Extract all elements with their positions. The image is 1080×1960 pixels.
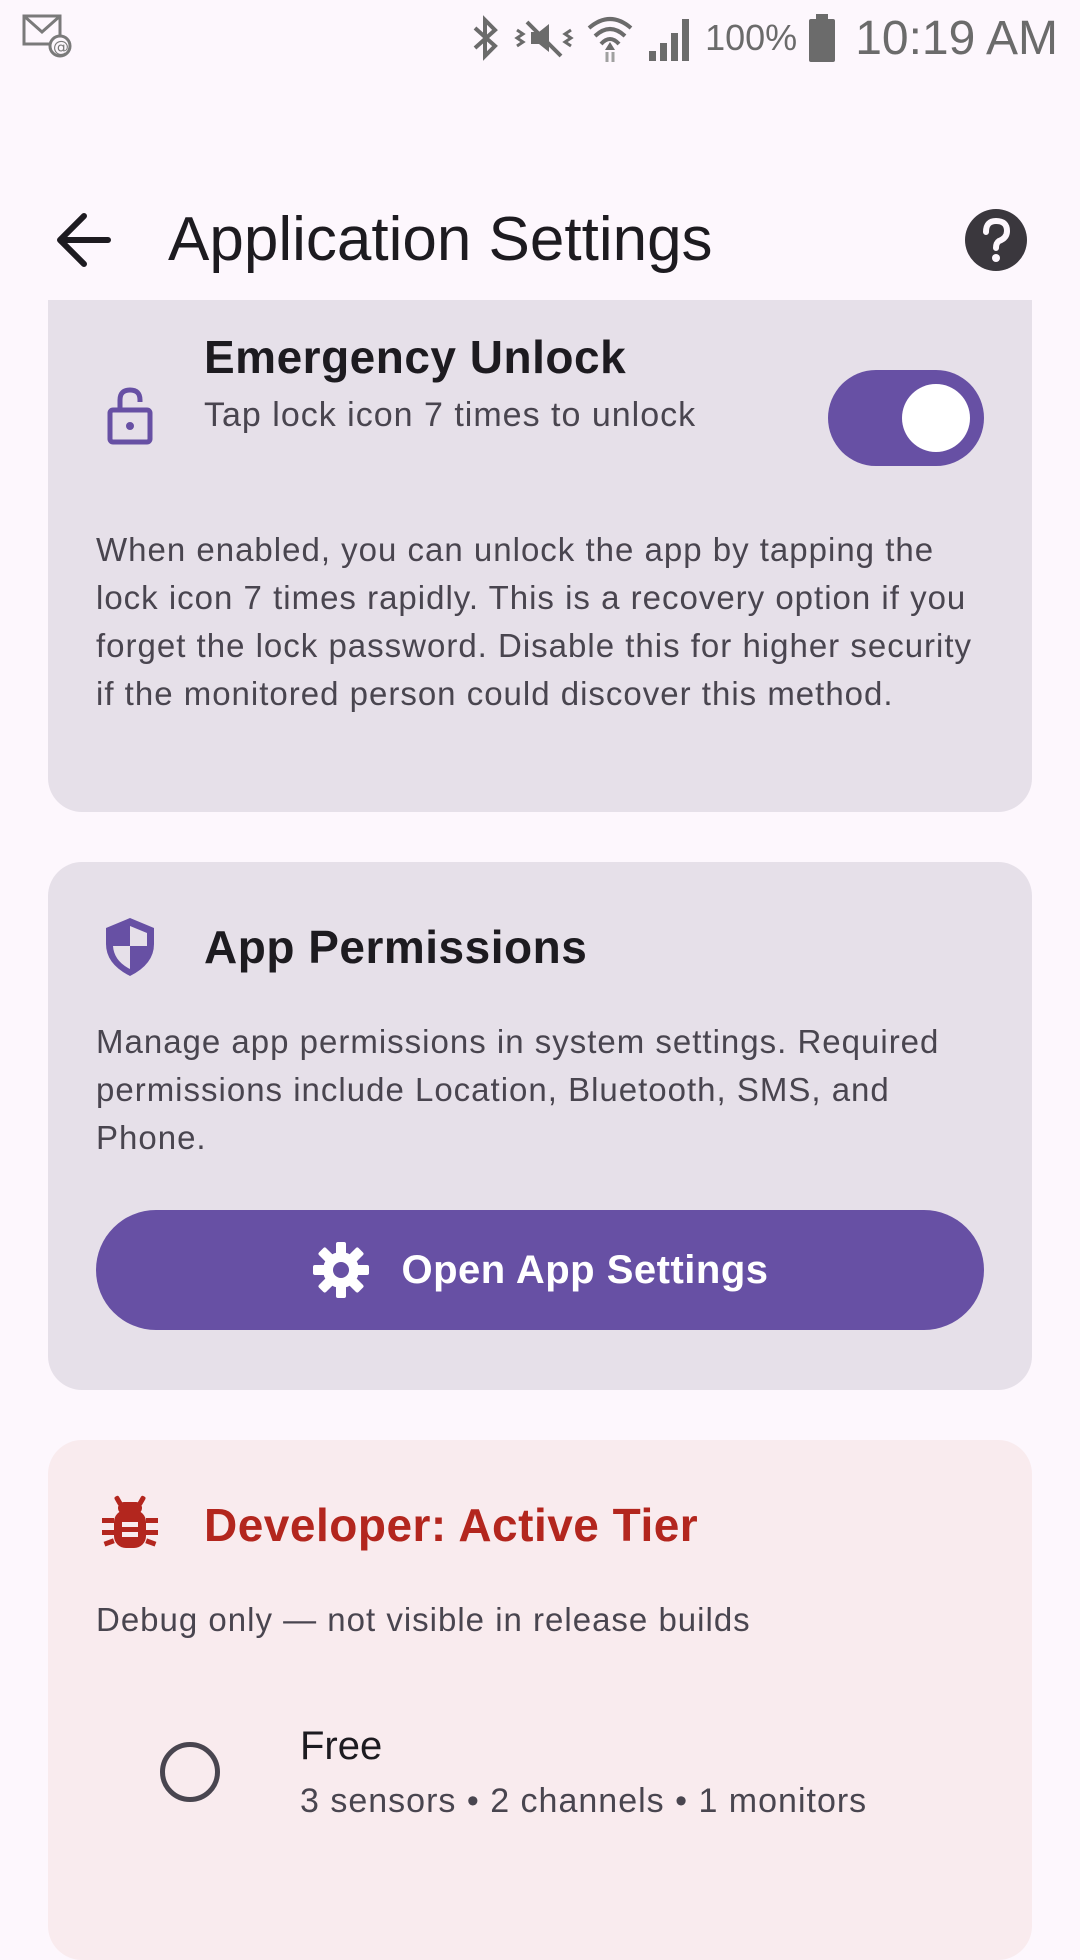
bluetooth-icon (473, 15, 499, 61)
radio-button[interactable] (160, 1742, 220, 1802)
svg-text:@: @ (53, 37, 69, 56)
bug-icon (102, 1495, 158, 1548)
gear-icon (313, 1242, 370, 1298)
wifi-icon (587, 17, 633, 62)
signal-icon (649, 19, 690, 61)
mute-vibrate-icon (514, 20, 574, 58)
developer-tier-card: Developer: Active Tier Debug only — not … (48, 1440, 1032, 1960)
open-app-settings-label: Open App Settings (401, 1247, 769, 1292)
open-app-settings-button[interactable]: Open App Settings (96, 1210, 984, 1330)
emergency-unlock-description: When enabled, you can unlock the app by … (96, 531, 973, 712)
arrow-back-icon[interactable] (46, 208, 122, 272)
emergency-unlock-switch[interactable] (828, 370, 984, 466)
developer-tier-subtitle: Debug only — not visible in release buil… (96, 1601, 751, 1638)
app-permissions-description: Manage app permissions in system setting… (96, 1023, 940, 1156)
lock-open-icon (107, 387, 153, 445)
page-title: Application Settings (168, 205, 713, 274)
help-icon[interactable] (962, 206, 1030, 274)
app-permissions-card: App Permissions Manage app permissions i… (48, 862, 1032, 1390)
tier-option-title: Free (300, 1724, 383, 1768)
app-permissions-title: App Permissions (204, 921, 588, 973)
clock: 10:19 AM (855, 11, 1058, 65)
battery-icon (809, 14, 836, 62)
battery-percent: 100% (705, 17, 798, 58)
emergency-unlock-subtitle: Tap lock icon 7 times to unlock (204, 396, 697, 434)
mail-notification-icon: @ (22, 14, 72, 58)
tier-option-free[interactable]: Free 3 sensors • 2 channels • 1 monitors (48, 1710, 1032, 1850)
emergency-unlock-title: Emergency Unlock (204, 331, 627, 383)
tier-option-detail: 3 sensors • 2 channels • 1 monitors (300, 1782, 868, 1820)
status-bar: @ 100% 10:19 AM (0, 0, 1080, 76)
switch-thumb (902, 384, 970, 452)
emergency-unlock-card: Emergency Unlock Tap lock icon 7 times t… (48, 300, 1032, 812)
shield-icon (106, 918, 154, 976)
developer-tier-title: Developer: Active Tier (204, 1499, 699, 1551)
top-app-bar: Application Settings (0, 180, 1080, 300)
